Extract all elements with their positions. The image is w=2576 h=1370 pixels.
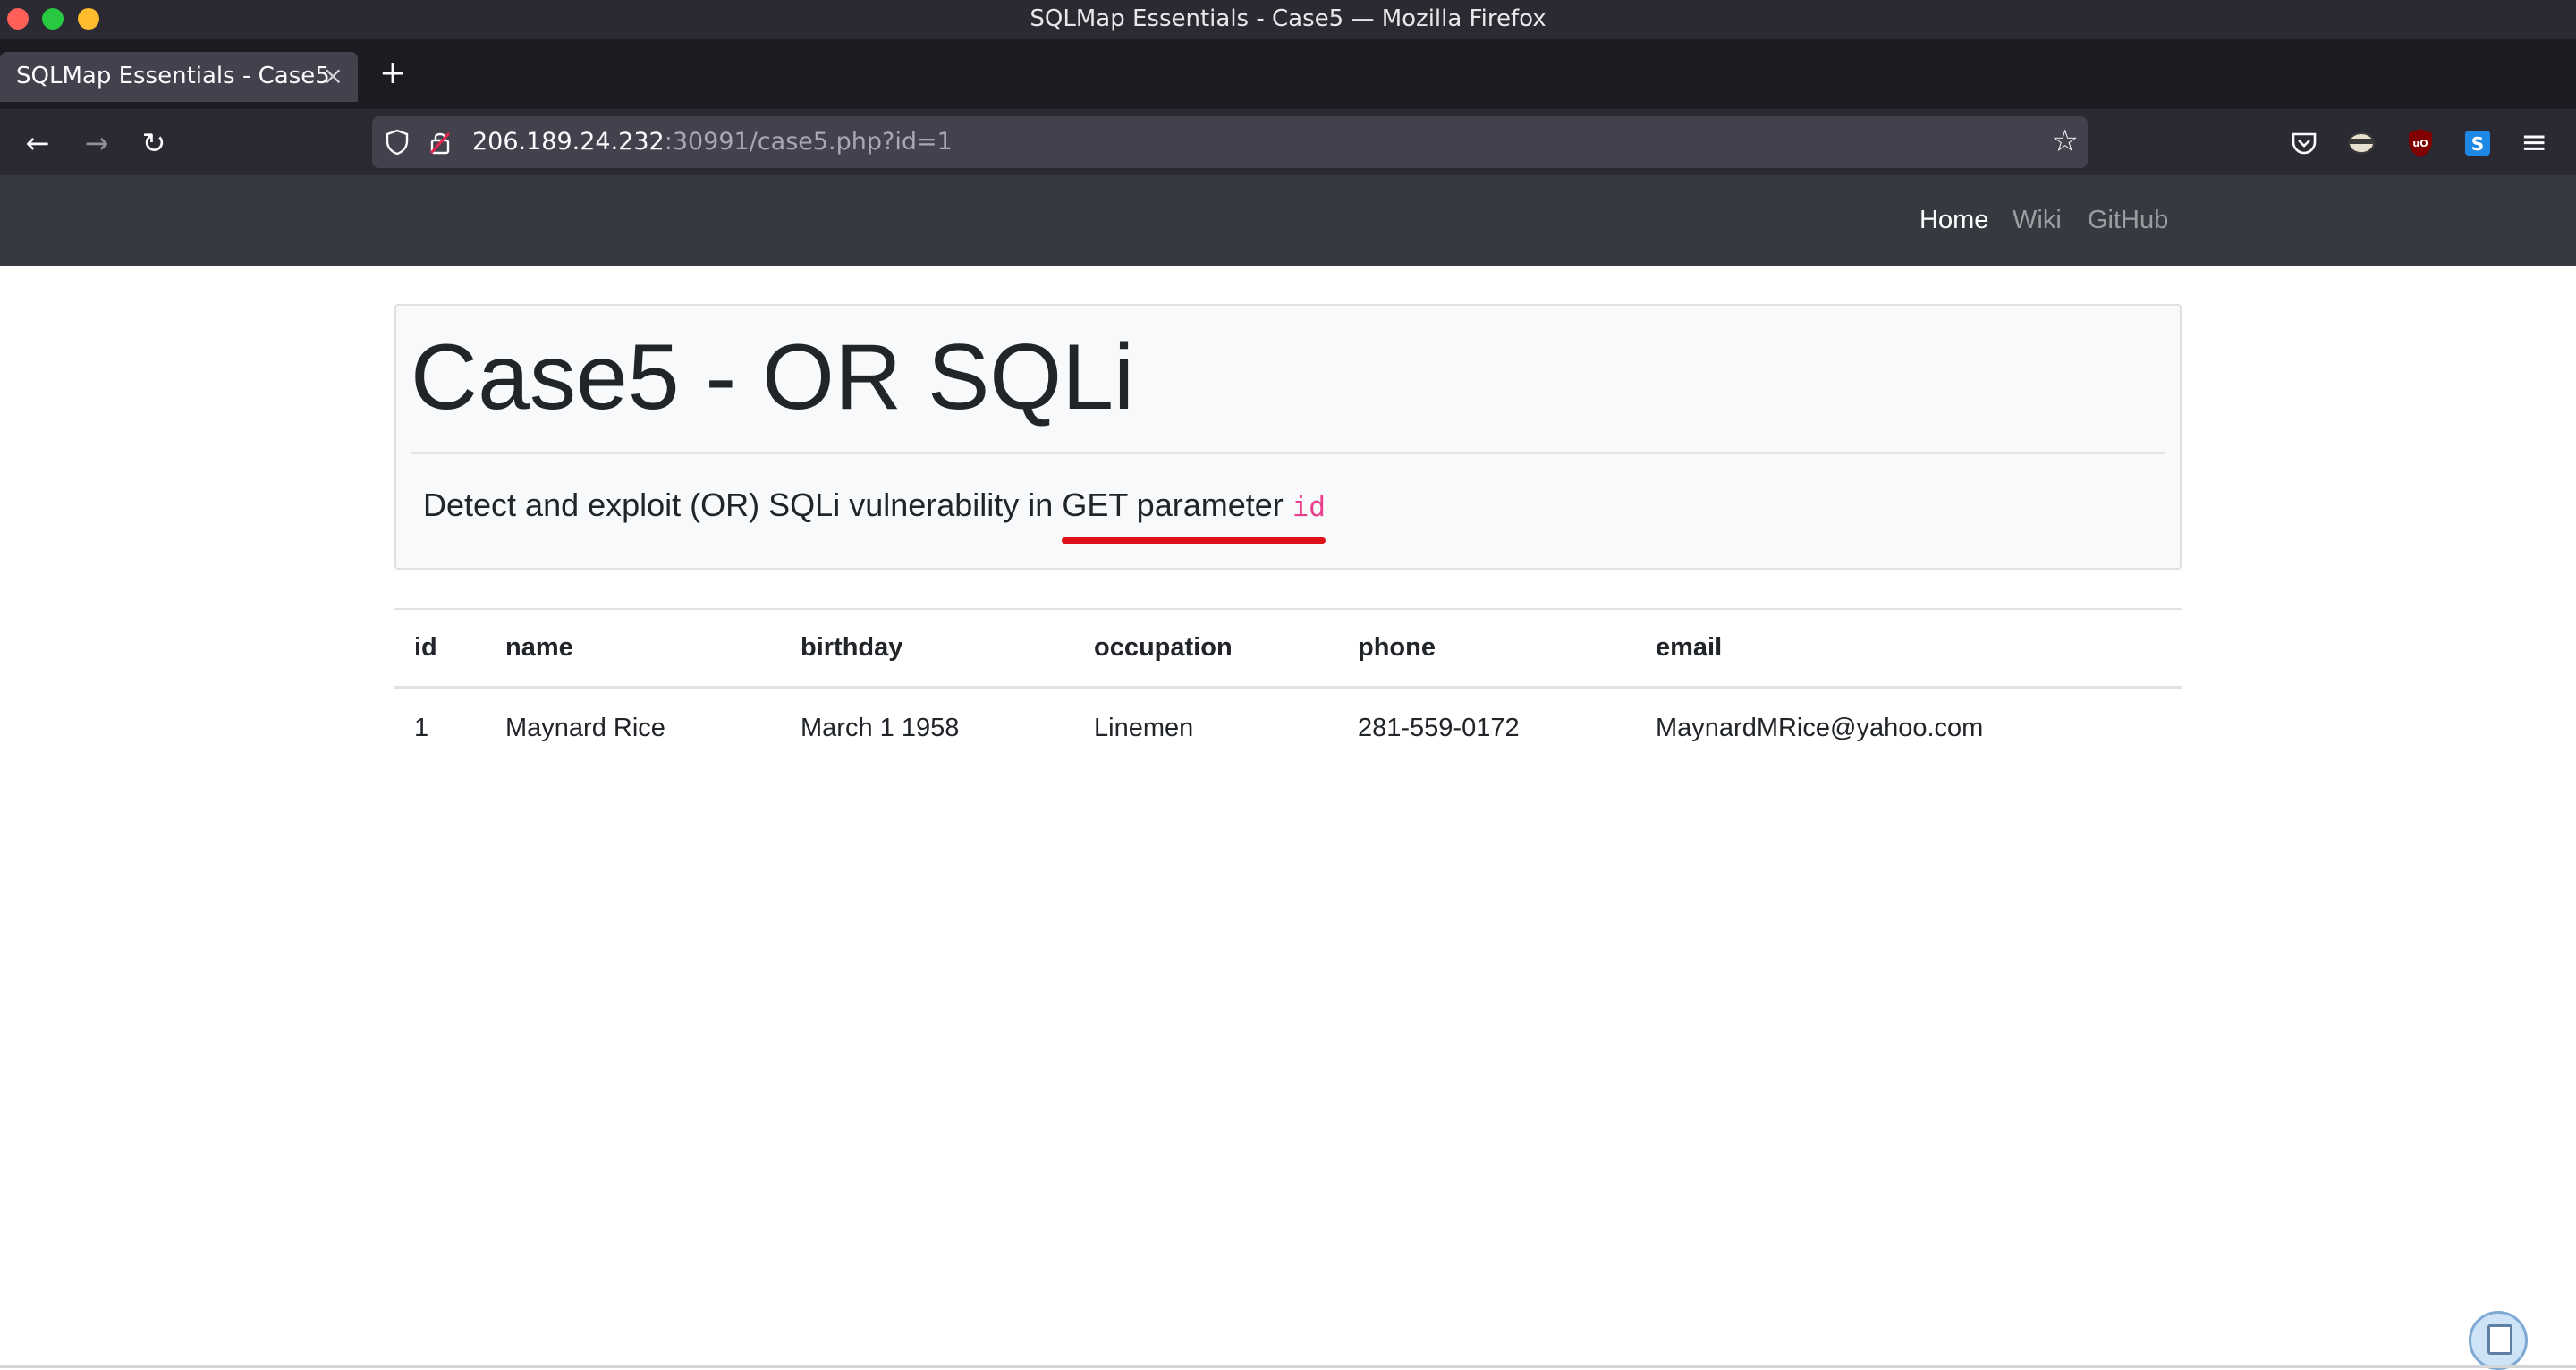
url-path: :30991/case5.php?id=1 — [664, 128, 953, 156]
nav-wiki-link[interactable]: Wiki — [2012, 206, 2062, 235]
lead-highlight: GET parameter — [1062, 486, 1292, 523]
header-phone: phone — [1338, 608, 1636, 689]
forward-button[interactable]: → — [77, 123, 116, 163]
highlighted-parameter: GET parameter id — [1062, 486, 1326, 544]
nav-github-link[interactable]: GitHub — [2088, 206, 2168, 235]
page-title: Case5 - OR SQLi — [411, 326, 1135, 429]
clipboard-glyph — [2487, 1324, 2512, 1355]
hamburger-menu-icon[interactable]: ≡ — [2521, 125, 2556, 161]
table-header-row: id name birthday occupation phone email — [394, 608, 2182, 689]
red-annotation-underline — [1062, 537, 1326, 544]
header-occupation: occupation — [1074, 608, 1338, 689]
parameter-code: id — [1292, 491, 1326, 523]
svg-text:uO: uO — [2412, 138, 2428, 149]
url-bar[interactable]: 206.189.24.232:30991/case5.php?id=1 ☆ — [372, 116, 2088, 168]
cell-phone: 281-559-0172 — [1358, 713, 1520, 742]
divider — [411, 452, 2165, 454]
back-button[interactable]: ← — [18, 123, 57, 163]
window-title: SQLMap Essentials - Case5 — Mozilla Fire… — [1030, 5, 1546, 32]
url-text[interactable]: 206.189.24.232:30991/case5.php?id=1 — [472, 128, 953, 156]
tab-title: SQLMap Essentials - Case5 — [16, 63, 330, 89]
pocket-icon[interactable] — [2286, 125, 2322, 161]
cell-occupation: Linemen — [1094, 713, 1194, 742]
shield-icon[interactable] — [383, 128, 411, 156]
tab-strip: SQLMap Essentials - Case5 × + — [0, 39, 2576, 109]
cell-email: MaynardMRice@yahoo.com — [1656, 713, 1984, 742]
bottom-border — [0, 1365, 2576, 1368]
ublock-icon[interactable]: uO — [2402, 125, 2438, 161]
url-host: 206.189.24.232 — [472, 128, 665, 156]
nav-home-link[interactable]: Home — [1919, 206, 1988, 235]
window-titlebar: SQLMap Essentials - Case5 — Mozilla Fire… — [0, 0, 2576, 39]
lock-icon[interactable] — [426, 128, 454, 156]
browser-toolbar: ← → ↻ 206.189.24.232:30991/case5.php?id=… — [0, 109, 2576, 175]
s-extension-icon[interactable]: S — [2460, 125, 2496, 161]
header-id: id — [394, 608, 486, 689]
clipboard-icon[interactable] — [2469, 1311, 2528, 1370]
jumbotron: Case5 - OR SQLi Detect and exploit (OR) … — [394, 304, 2182, 570]
svg-text:S: S — [2471, 133, 2484, 155]
results-table: id name birthday occupation phone email … — [394, 608, 2182, 766]
ninja-extension-icon[interactable] — [2343, 125, 2379, 161]
site-navbar: Home Wiki GitHub — [0, 175, 2576, 266]
cell-name: Maynard Rice — [505, 713, 665, 742]
tab-active[interactable]: SQLMap Essentials - Case5 × — [0, 52, 358, 102]
lead-text: Detect and exploit (OR) SQLi vulnerabili… — [423, 486, 1326, 544]
cell-id: 1 — [414, 713, 429, 742]
reload-button[interactable]: ↻ — [134, 123, 174, 163]
lead-prefix: Detect and exploit (OR) SQLi vulnerabili… — [423, 486, 1063, 523]
cell-birthday: March 1 1958 — [801, 713, 960, 742]
new-tab-button[interactable]: + — [379, 57, 406, 89]
table-row: 1 Maynard Rice March 1 1958 Linemen 281-… — [394, 688, 2182, 766]
header-email: email — [1636, 608, 2182, 689]
tab-close-icon[interactable]: × — [323, 61, 343, 90]
header-birthday: birthday — [781, 608, 1074, 689]
star-icon[interactable]: ☆ — [2052, 123, 2079, 159]
header-name: name — [486, 608, 781, 689]
